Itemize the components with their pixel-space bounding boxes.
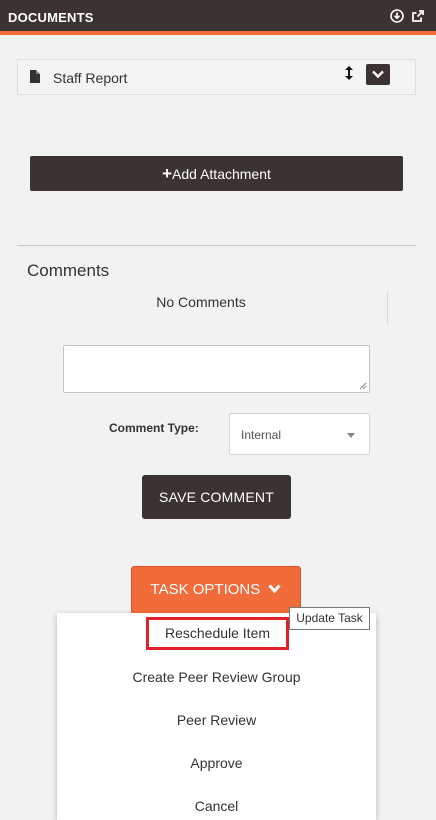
comments-scrollbar <box>387 292 388 324</box>
sort-icon[interactable] <box>344 65 354 81</box>
menu-item-peer-review[interactable]: Peer Review <box>57 712 376 728</box>
resize-grip-icon[interactable] <box>359 382 367 390</box>
add-attachment-label: Add Attachment <box>172 166 271 182</box>
chevron-down-icon <box>268 584 282 593</box>
document-menu-button[interactable] <box>366 64 390 85</box>
chevron-down-icon <box>372 70 384 79</box>
save-comment-button[interactable]: SAVE COMMENT <box>142 475 291 519</box>
menu-item-reschedule[interactable]: Reschedule Item <box>146 617 289 650</box>
section-divider <box>17 245 416 246</box>
comment-type-select[interactable]: Internal <box>229 413 370 455</box>
document-row[interactable]: Staff Report <box>17 59 416 95</box>
task-options-menu: Reschedule Item Create Peer Review Group… <box>57 613 376 820</box>
no-comments-text: No Comments <box>156 294 246 310</box>
plus-icon: + <box>162 164 173 183</box>
download-icon[interactable] <box>390 9 404 23</box>
menu-item-create-peer-review-group[interactable]: Create Peer Review Group <box>57 669 376 685</box>
add-attachment-button[interactable]: +Add Attachment <box>30 156 403 191</box>
external-link-icon[interactable] <box>411 9 425 23</box>
update-task-tooltip: Update Task <box>289 607 370 630</box>
comment-textarea[interactable] <box>63 345 370 393</box>
caret-down-icon <box>347 433 355 438</box>
task-options-label: TASK OPTIONS <box>150 581 261 598</box>
documents-header: DOCUMENTS <box>0 0 436 35</box>
file-icon <box>30 70 40 83</box>
comment-type-label: Comment Type: <box>109 421 199 435</box>
comments-heading: Comments <box>27 261 110 280</box>
header-title: DOCUMENTS <box>8 10 94 25</box>
menu-item-cancel[interactable]: Cancel <box>57 798 376 814</box>
comment-type-value: Internal <box>241 428 282 442</box>
task-options-button[interactable]: TASK OPTIONS <box>131 566 301 614</box>
menu-item-approve[interactable]: Approve <box>57 755 376 771</box>
document-name[interactable]: Staff Report <box>53 70 127 86</box>
